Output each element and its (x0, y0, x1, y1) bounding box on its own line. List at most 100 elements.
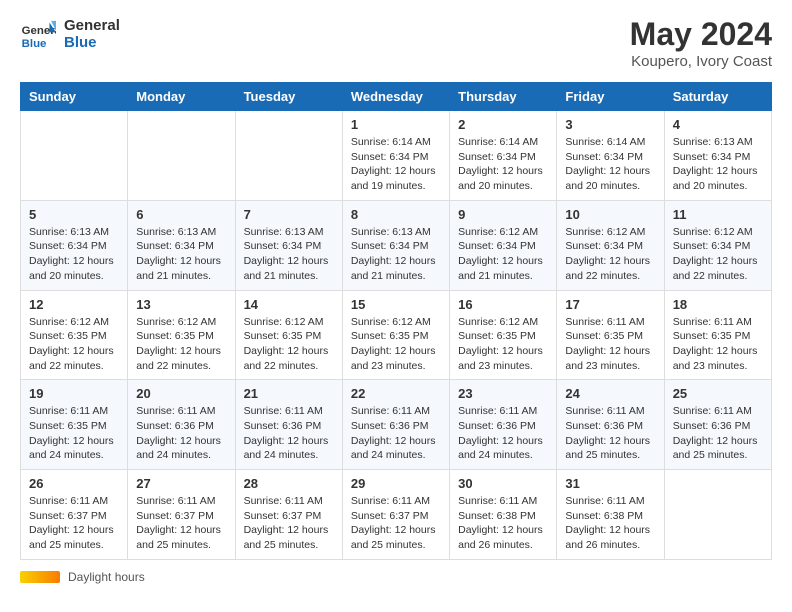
day-number: 23 (458, 386, 548, 401)
calendar-cell: 2Sunrise: 6:14 AM Sunset: 6:34 PM Daylig… (450, 111, 557, 201)
day-info: Sunrise: 6:11 AM Sunset: 6:36 PM Dayligh… (244, 404, 334, 463)
subtitle: Koupero, Ivory Coast (630, 53, 772, 70)
week-row-3: 12 Sunrise: 6:12 AM Sunset: 6:35 PM Dayli… (21, 290, 772, 380)
day-number: 7 (244, 207, 334, 222)
day-number: 13 (136, 297, 226, 312)
logo-line1: General (64, 17, 120, 34)
calendar-cell: 7Sunrise: 6:13 AM Sunset: 6:34 PM Daylig… (235, 200, 342, 290)
daylight-label: Daylight hours (68, 570, 145, 584)
day-info: Sunrise: 6:12 AM Sunset: 6:35 PM Dayligh… (351, 315, 441, 374)
day-number: 14 (244, 297, 334, 312)
day-number: 28 (244, 476, 334, 491)
day-info: Sunrise: 6:12 AM Sunset: 6:34 PM Dayligh… (673, 225, 763, 284)
day-number: 18 (673, 297, 763, 312)
calendar-table: SundayMondayTuesdayWednesdayThursdayFrid… (20, 82, 772, 560)
calendar-cell: 26 Sunrise: 6:11 AM Sunset: 6:37 PM Dayli… (21, 470, 128, 560)
day-number: 20 (136, 386, 226, 401)
calendar-cell: 27Sunrise: 6:11 AM Sunset: 6:37 PM Dayli… (128, 470, 235, 560)
day-number: 22 (351, 386, 441, 401)
calendar-cell: 17 Sunrise: 6:11 AM Sunset: 6:35 PM Dayli… (557, 290, 664, 380)
calendar-cell: 31 Sunrise: 6:11 AM Sunset: 6:38 PM Dayli… (557, 470, 664, 560)
calendar-cell: 1 Sunrise: 6:14 AM Sunset: 6:34 PM Daylig… (342, 111, 449, 201)
day-info: Sunrise: 6:12 AM Sunset: 6:35 PM Dayligh… (458, 315, 548, 374)
day-info: Sunrise: 6:11 AM Sunset: 6:38 PM Dayligh… (565, 494, 655, 553)
calendar-cell (664, 470, 771, 560)
day-info: Sunrise: 6:11 AM Sunset: 6:37 PM Dayligh… (29, 494, 119, 553)
col-header-tuesday: Tuesday (235, 83, 342, 111)
day-info: Sunrise: 6:14 AM Sunset: 6:34 PM Dayligh… (351, 135, 441, 194)
day-number: 11 (673, 207, 763, 222)
calendar-cell: 15 Sunrise: 6:12 AM Sunset: 6:35 PM Dayli… (342, 290, 449, 380)
day-number: 31 (565, 476, 655, 491)
day-info: Sunrise: 6:12 AM Sunset: 6:35 PM Dayligh… (29, 315, 119, 374)
week-row-4: 19Sunrise: 6:11 AM Sunset: 6:35 PM Dayli… (21, 380, 772, 470)
day-info: Sunrise: 6:13 AM Sunset: 6:34 PM Dayligh… (136, 225, 226, 284)
daylight-bar-icon (20, 571, 60, 583)
day-info: Sunrise: 6:11 AM Sunset: 6:35 PM Dayligh… (29, 404, 119, 463)
calendar-cell: 11 Sunrise: 6:12 AM Sunset: 6:34 PM Dayli… (664, 200, 771, 290)
calendar-cell: 25Sunrise: 6:11 AM Sunset: 6:36 PM Dayli… (664, 380, 771, 470)
calendar-cell: 10 Sunrise: 6:12 AM Sunset: 6:34 PM Dayli… (557, 200, 664, 290)
col-header-friday: Friday (557, 83, 664, 111)
day-number: 3 (565, 117, 655, 132)
day-info: Sunrise: 6:12 AM Sunset: 6:34 PM Dayligh… (565, 225, 655, 284)
day-info: Sunrise: 6:11 AM Sunset: 6:36 PM Dayligh… (673, 404, 763, 463)
calendar-cell: 13 Sunrise: 6:12 AM Sunset: 6:35 PM Dayli… (128, 290, 235, 380)
svg-text:Blue: Blue (22, 38, 47, 50)
calendar-cell: 12 Sunrise: 6:12 AM Sunset: 6:35 PM Dayli… (21, 290, 128, 380)
day-info: Sunrise: 6:11 AM Sunset: 6:35 PM Dayligh… (565, 315, 655, 374)
day-info: Sunrise: 6:11 AM Sunset: 6:38 PM Dayligh… (458, 494, 548, 553)
day-info: Sunrise: 6:14 AM Sunset: 6:34 PM Dayligh… (565, 135, 655, 194)
day-number: 5 (29, 207, 119, 222)
logo: General Blue General Blue (20, 16, 120, 52)
header-row: SundayMondayTuesdayWednesdayThursdayFrid… (21, 83, 772, 111)
calendar-cell: 9Sunrise: 6:12 AM Sunset: 6:34 PM Daylig… (450, 200, 557, 290)
calendar-cell: 28 Sunrise: 6:11 AM Sunset: 6:37 PM Dayli… (235, 470, 342, 560)
calendar-cell: 18 Sunrise: 6:11 AM Sunset: 6:35 PM Dayli… (664, 290, 771, 380)
week-row-5: 26 Sunrise: 6:11 AM Sunset: 6:37 PM Dayli… (21, 470, 772, 560)
day-number: 10 (565, 207, 655, 222)
header: General Blue General Blue May 2024 Koupe… (20, 16, 772, 70)
day-info: Sunrise: 6:11 AM Sunset: 6:37 PM Dayligh… (351, 494, 441, 553)
day-number: 29 (351, 476, 441, 491)
day-number: 17 (565, 297, 655, 312)
day-number: 12 (29, 297, 119, 312)
title-block: May 2024 Koupero, Ivory Coast (630, 16, 772, 70)
calendar-cell: 24 Sunrise: 6:11 AM Sunset: 6:36 PM Dayli… (557, 380, 664, 470)
col-header-saturday: Saturday (664, 83, 771, 111)
calendar-cell: 14 Sunrise: 6:12 AM Sunset: 6:35 PM Dayli… (235, 290, 342, 380)
day-number: 27 (136, 476, 226, 491)
day-number: 16 (458, 297, 548, 312)
day-number: 24 (565, 386, 655, 401)
calendar-cell: 29 Sunrise: 6:11 AM Sunset: 6:37 PM Dayli… (342, 470, 449, 560)
day-info: Sunrise: 6:12 AM Sunset: 6:34 PM Dayligh… (458, 225, 548, 284)
day-number: 21 (244, 386, 334, 401)
day-info: Sunrise: 6:11 AM Sunset: 6:35 PM Dayligh… (673, 315, 763, 374)
day-info: Sunrise: 6:11 AM Sunset: 6:36 PM Dayligh… (565, 404, 655, 463)
calendar-cell (235, 111, 342, 201)
day-number: 15 (351, 297, 441, 312)
calendar-cell: 3 Sunrise: 6:14 AM Sunset: 6:34 PM Daylig… (557, 111, 664, 201)
day-number: 1 (351, 117, 441, 132)
day-info: Sunrise: 6:12 AM Sunset: 6:35 PM Dayligh… (244, 315, 334, 374)
calendar-cell (21, 111, 128, 201)
col-header-sunday: Sunday (21, 83, 128, 111)
logo-icon: General Blue (20, 16, 56, 52)
day-number: 4 (673, 117, 763, 132)
day-info: Sunrise: 6:13 AM Sunset: 6:34 PM Dayligh… (673, 135, 763, 194)
day-number: 26 (29, 476, 119, 491)
day-info: Sunrise: 6:11 AM Sunset: 6:37 PM Dayligh… (244, 494, 334, 553)
calendar-cell: 6Sunrise: 6:13 AM Sunset: 6:34 PM Daylig… (128, 200, 235, 290)
calendar-cell: 30Sunrise: 6:11 AM Sunset: 6:38 PM Dayli… (450, 470, 557, 560)
calendar-cell: 22Sunrise: 6:11 AM Sunset: 6:36 PM Dayli… (342, 380, 449, 470)
day-info: Sunrise: 6:11 AM Sunset: 6:36 PM Dayligh… (136, 404, 226, 463)
calendar-cell: 19Sunrise: 6:11 AM Sunset: 6:35 PM Dayli… (21, 380, 128, 470)
day-info: Sunrise: 6:13 AM Sunset: 6:34 PM Dayligh… (351, 225, 441, 284)
day-info: Sunrise: 6:12 AM Sunset: 6:35 PM Dayligh… (136, 315, 226, 374)
page: General Blue General Blue May 2024 Koupe… (0, 0, 792, 604)
logo-line2: Blue (64, 34, 120, 51)
calendar-cell: 4 Sunrise: 6:13 AM Sunset: 6:34 PM Daylig… (664, 111, 771, 201)
day-info: Sunrise: 6:11 AM Sunset: 6:36 PM Dayligh… (458, 404, 548, 463)
main-title: May 2024 (630, 16, 772, 53)
day-number: 8 (351, 207, 441, 222)
